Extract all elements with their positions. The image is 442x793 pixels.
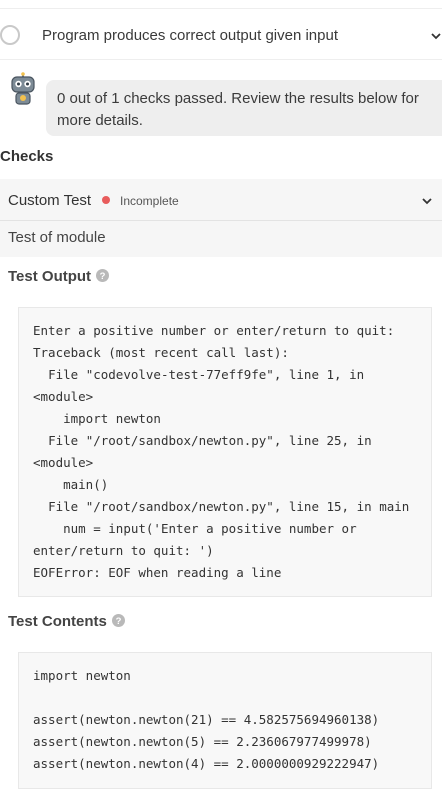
status-dot-icon (102, 196, 110, 204)
chevron-down-icon[interactable] (421, 195, 433, 207)
help-icon[interactable]: ? (111, 614, 125, 628)
test-output-heading: Test Output? (8, 268, 110, 285)
task-divider (0, 59, 442, 60)
test-contents-heading: Test Contents? (8, 613, 125, 630)
test-output: Enter a positive number or enter/return … (18, 307, 432, 597)
chevron-down-icon[interactable] (430, 30, 442, 42)
assistant-message: 0 out of 1 checks passed. Review the res… (46, 80, 442, 136)
check-name: Custom Test (8, 192, 92, 209)
test-contents: import newton assert(newton.newton(21) =… (18, 652, 432, 789)
status-badge: Incomplete (120, 194, 179, 208)
check-body: Test of module (0, 221, 442, 257)
checks-heading: Checks (0, 148, 54, 165)
check-header[interactable]: Custom Test Incomplete (0, 179, 442, 221)
test-output-label: Test Output (8, 268, 92, 285)
test-contents-label: Test Contents (8, 613, 107, 630)
empty-circle-icon (0, 25, 20, 45)
svg-text:?: ? (116, 616, 122, 627)
svg-text:?: ? (100, 271, 106, 282)
task-header[interactable]: Program produces correct output given in… (0, 18, 442, 56)
help-icon[interactable]: ? (96, 269, 110, 283)
top-divider (0, 0, 442, 9)
task-title: Program produces correct output given in… (42, 27, 338, 44)
check-description: Test of module (8, 229, 106, 246)
robot-icon (11, 72, 35, 105)
